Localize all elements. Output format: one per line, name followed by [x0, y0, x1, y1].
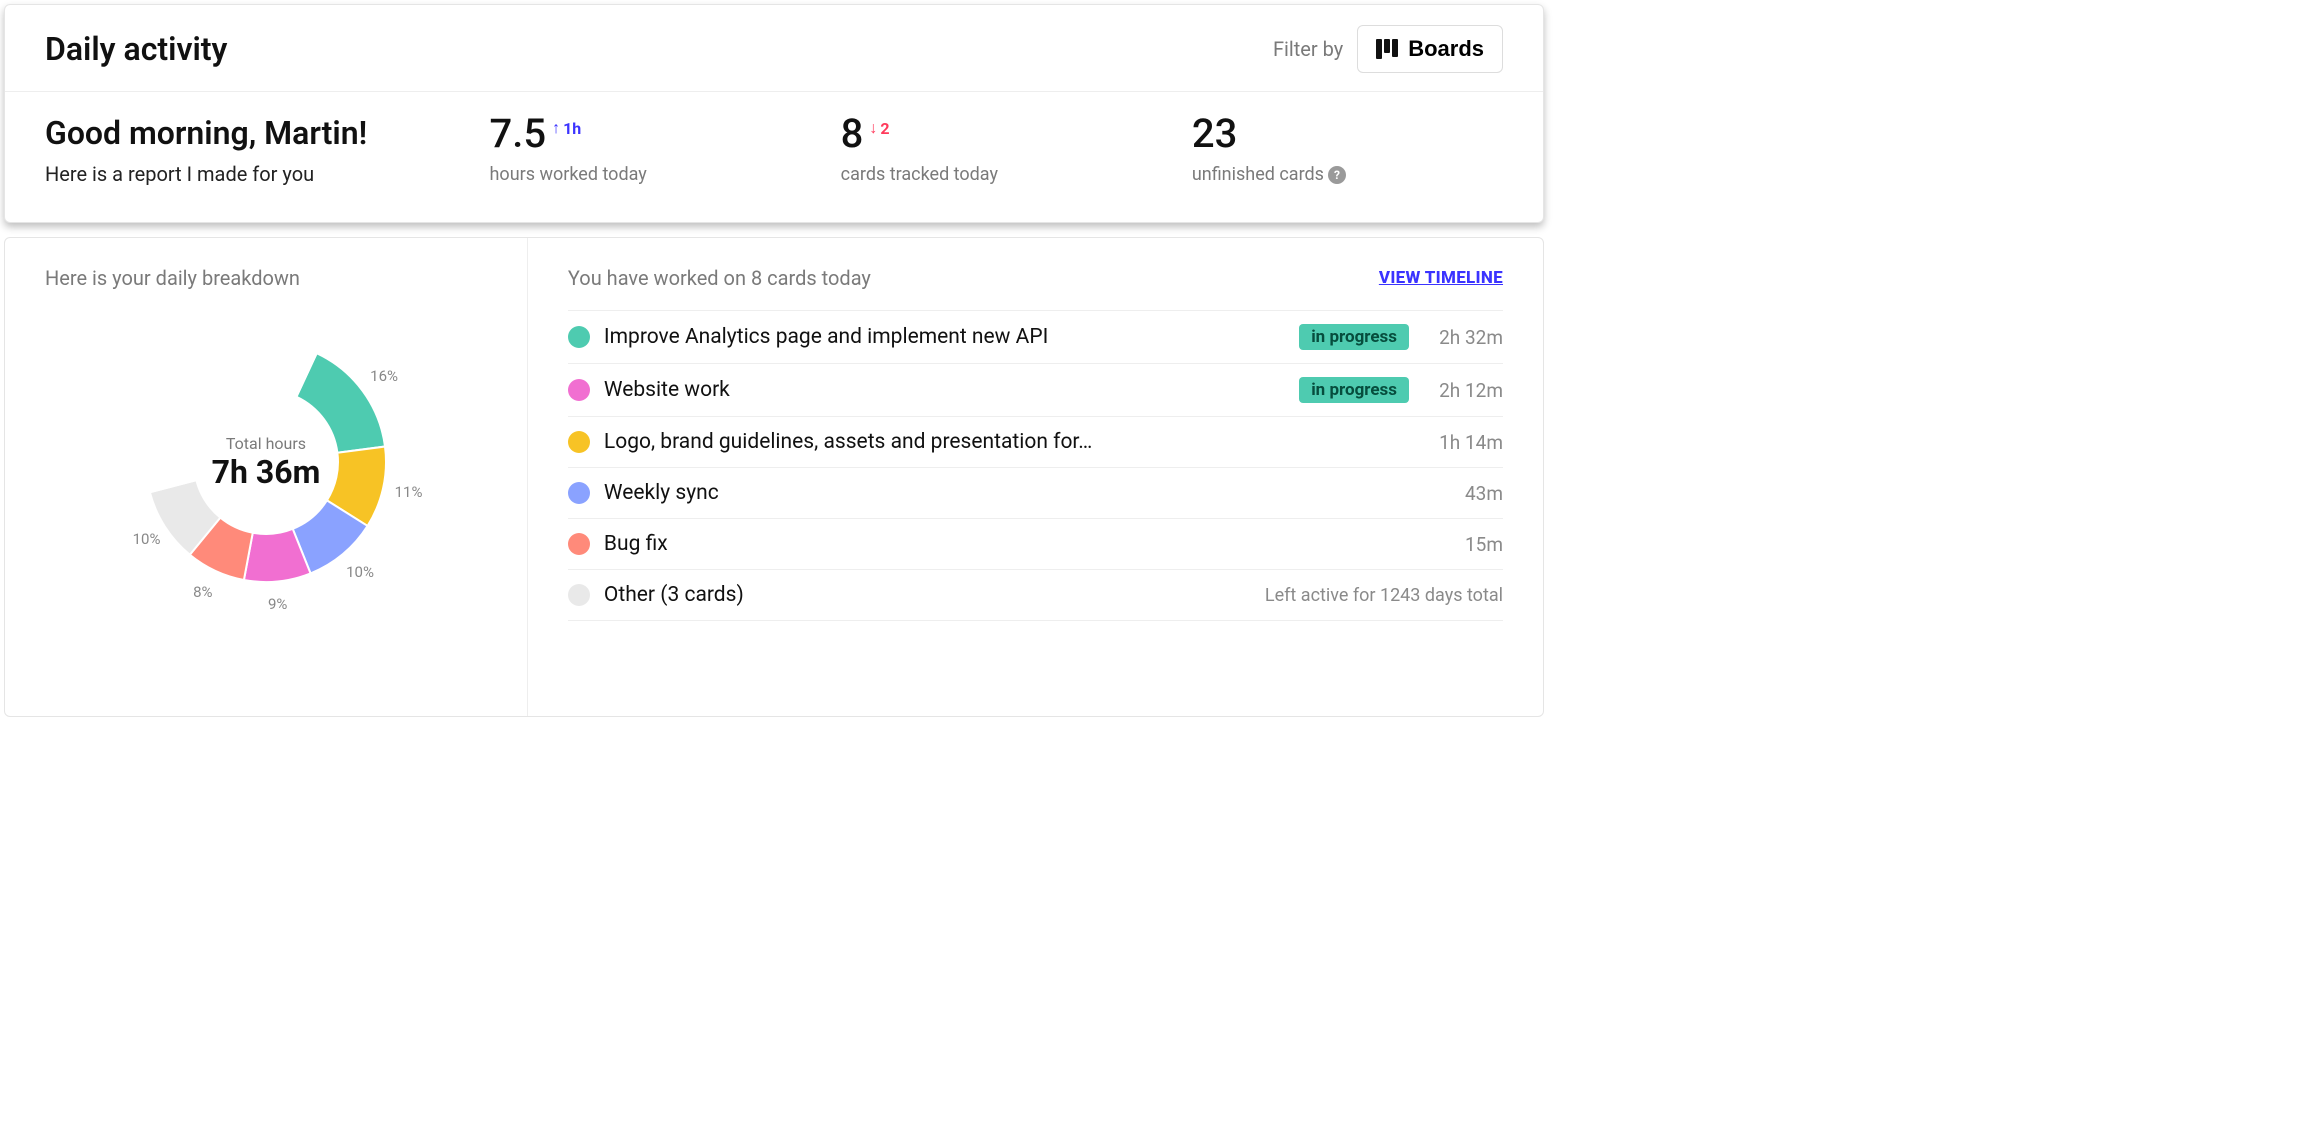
metric-unfinished-value: 23: [1192, 114, 1237, 154]
donut-slice: [146, 342, 317, 492]
cards-pane: You have worked on 8 cards today VIEW TI…: [528, 238, 1543, 716]
page-title: Daily activity: [45, 30, 227, 68]
donut-slice-label: 9%: [268, 595, 287, 613]
card-row[interactable]: Improve Analytics page and implement new…: [568, 310, 1503, 364]
card-time: 2h 32m: [1423, 326, 1503, 349]
breakdown-title: Here is your daily breakdown: [45, 266, 487, 290]
metric-hours: 7.5 ↑ 1h hours worked today: [490, 114, 801, 186]
card-row[interactable]: Other (3 cards) Left active for 1243 days…: [568, 570, 1503, 621]
summary-row: Good morning, Martin! Here is a report I…: [5, 92, 1543, 222]
breakdown-card: Here is your daily breakdown Total hours…: [4, 237, 1544, 717]
card-color-dot: [568, 326, 590, 348]
card-title: Website work: [604, 378, 1285, 402]
card-row[interactable]: Website work in progress 2h 12m: [568, 364, 1503, 417]
greeting-headline: Good morning, Martin!: [45, 114, 450, 152]
metric-unfinished-label: unfinished cards ?: [1192, 164, 1503, 185]
donut-slice-label: 10%: [133, 530, 161, 548]
view-timeline-link[interactable]: VIEW TIMELINE: [1379, 268, 1503, 288]
donut-slice-label: 11%: [395, 483, 423, 501]
card-other-note: Left active for 1243 days total: [1265, 585, 1503, 606]
card-time: 15m: [1423, 533, 1503, 556]
card-color-dot: [568, 431, 590, 453]
card-time: 2h 12m: [1423, 379, 1503, 402]
card-title: Other (3 cards): [604, 583, 1251, 607]
card-time: 1h 14m: [1423, 431, 1503, 454]
boards-icon: [1376, 39, 1398, 59]
donut-chart: Total hours 7h 36m 16%11%10%9%8%10%: [106, 302, 426, 622]
greeting-block: Good morning, Martin! Here is a report I…: [45, 114, 450, 186]
filter-by-label: Filter by: [1273, 37, 1343, 61]
header-bar: Daily activity Filter by Boards: [5, 5, 1543, 92]
card-color-dot: [568, 533, 590, 555]
metric-cards-label: cards tracked today: [841, 164, 1152, 185]
status-badge: in progress: [1299, 324, 1409, 350]
metric-hours-delta: ↑ 1h: [552, 118, 581, 138]
card-color-dot: [568, 584, 590, 606]
boards-filter-label: Boards: [1408, 36, 1484, 62]
boards-filter-button[interactable]: Boards: [1357, 25, 1503, 73]
card-row[interactable]: Logo, brand guidelines, assets and prese…: [568, 417, 1503, 468]
donut-slice-label: 10%: [346, 563, 374, 581]
arrow-down-icon: ↓: [869, 118, 877, 138]
metric-unfinished: 23 unfinished cards ?: [1192, 114, 1503, 186]
card-title: Improve Analytics page and implement new…: [604, 325, 1285, 349]
card-row[interactable]: Weekly sync 43m: [568, 468, 1503, 519]
filter-area: Filter by Boards: [1273, 25, 1503, 73]
donut-slice-label: 8%: [193, 583, 212, 601]
card-color-dot: [568, 379, 590, 401]
help-icon[interactable]: ?: [1328, 166, 1346, 184]
card-title: Logo, brand guidelines, assets and prese…: [604, 430, 1409, 454]
cards-worked-title: You have worked on 8 cards today: [568, 266, 871, 290]
metric-hours-value: 7.5: [490, 114, 547, 154]
donut-slice-label: 16%: [370, 367, 398, 385]
metric-cards-delta: ↓ 2: [869, 118, 889, 138]
card-row[interactable]: Bug fix 15m: [568, 519, 1503, 570]
card-title: Bug fix: [604, 532, 1409, 556]
card-color-dot: [568, 482, 590, 504]
card-time: 43m: [1423, 482, 1503, 505]
metric-cards-value: 8: [841, 114, 864, 154]
card-title: Weekly sync: [604, 481, 1409, 505]
metric-cards: 8 ↓ 2 cards tracked today: [841, 114, 1152, 186]
status-badge: in progress: [1299, 377, 1409, 403]
arrow-up-icon: ↑: [552, 118, 560, 138]
greeting-subline: Here is a report I made for you: [45, 162, 450, 186]
metric-hours-label: hours worked today: [490, 164, 801, 185]
breakdown-pane: Here is your daily breakdown Total hours…: [5, 238, 528, 716]
daily-activity-card: Daily activity Filter by Boards Good mor…: [4, 4, 1544, 223]
